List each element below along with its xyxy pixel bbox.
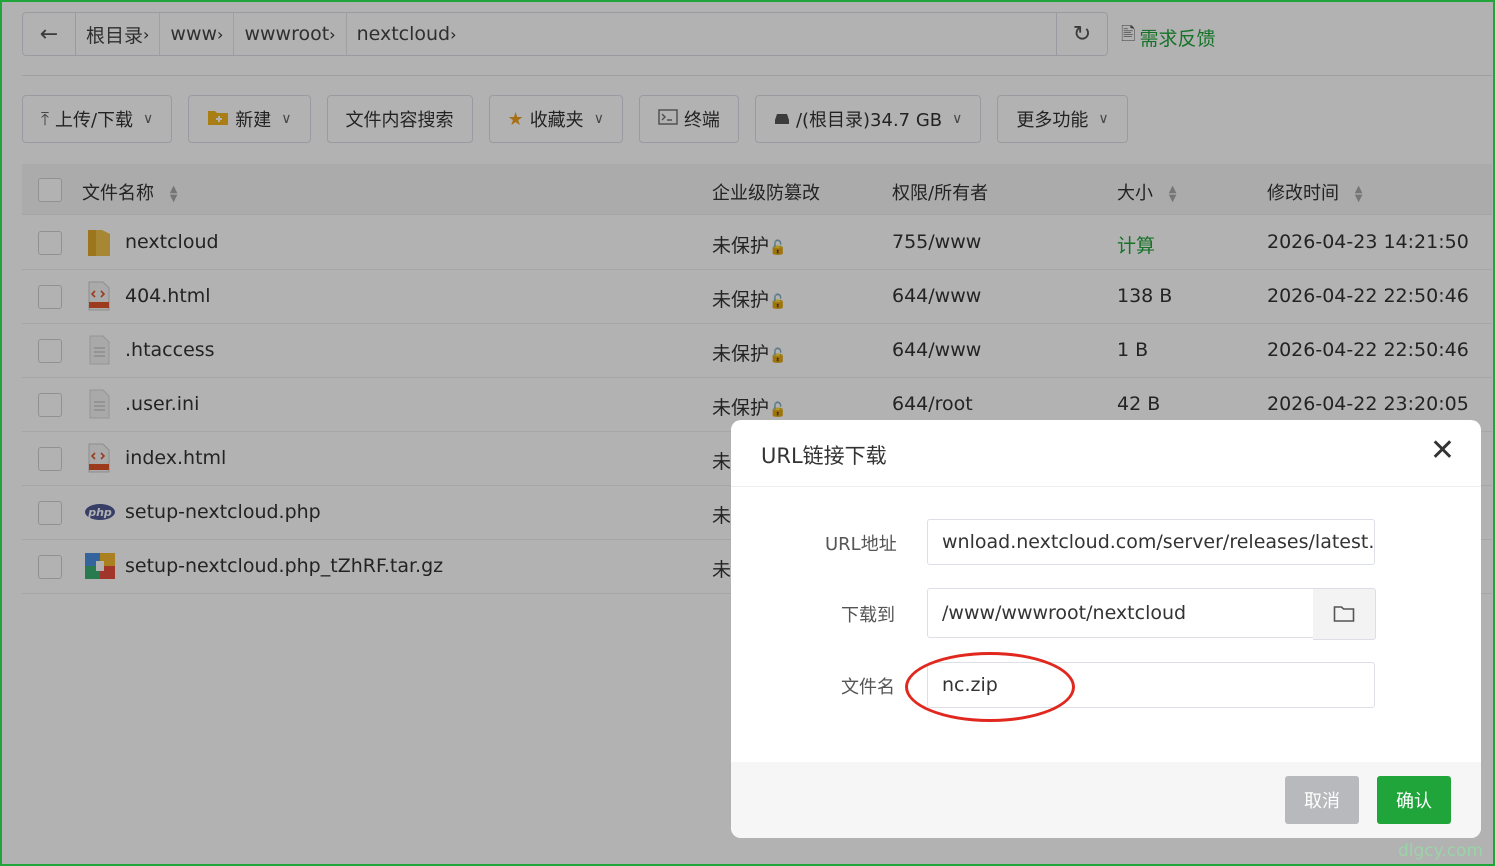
url-input[interactable]: wnload.nextcloud.com/server/releases/lat… <box>927 519 1375 565</box>
dest-value: /www/wwwroot/nextcloud <box>942 602 1187 624</box>
url-download-dialog: URL链接下载 ✕ URL地址 wnload.nextcloud.com/ser… <box>731 420 1481 838</box>
confirm-button[interactable]: 确认 <box>1377 776 1451 824</box>
dialog-header: URL链接下载 ✕ <box>731 420 1481 487</box>
file-manager-window: ← 根目录 › www › wwwroot › nextcloud › ↻ 🖹 … <box>0 0 1495 866</box>
close-button[interactable]: ✕ <box>1430 436 1455 466</box>
watermark: dlgcy.com <box>1398 841 1483 861</box>
dialog-title: URL链接下载 <box>761 444 887 468</box>
folder-icon <box>1333 606 1355 622</box>
dest-input[interactable]: /www/wwwroot/nextcloud <box>927 588 1314 638</box>
dialog-footer <box>731 762 1481 838</box>
dest-label: 下载到 <box>841 605 895 626</box>
url-label: URL地址 <box>825 534 897 555</box>
cancel-button[interactable]: 取消 <box>1285 776 1359 824</box>
url-value: wnload.nextcloud.com/server/releases/lat… <box>942 531 1375 553</box>
filename-label: 文件名 <box>841 677 895 698</box>
close-icon: ✕ <box>1429 433 1455 468</box>
browse-folder-button[interactable] <box>1313 588 1376 640</box>
annotation-circle <box>905 652 1075 722</box>
